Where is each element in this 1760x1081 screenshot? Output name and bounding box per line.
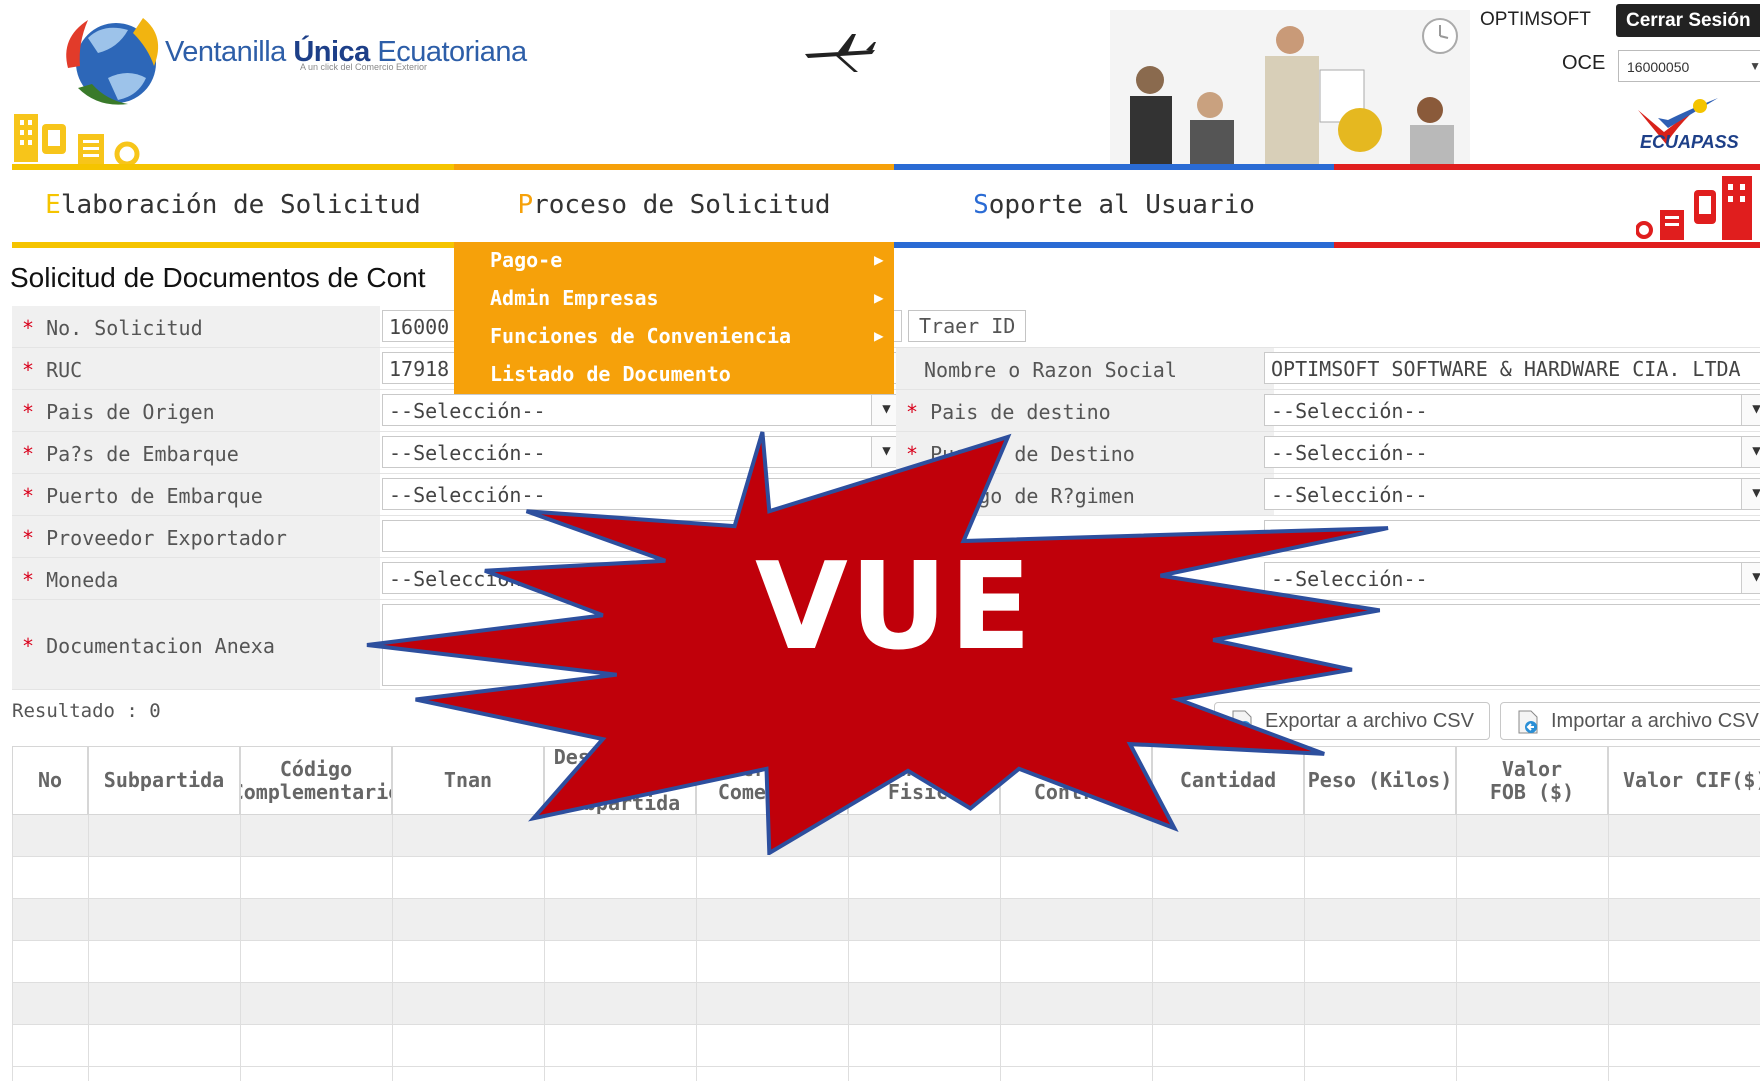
table-gridline <box>1456 815 1457 1081</box>
table-row[interactable] <box>12 899 1760 941</box>
chevron-down-icon: ▼ <box>1749 59 1760 73</box>
nav-tab-label: roceso de Solicitud <box>533 190 831 220</box>
ecuapass-text: ECUAPASS <box>1640 132 1739 152</box>
table-row[interactable] <box>12 941 1760 983</box>
globe-logo-icon <box>66 18 159 105</box>
header: Ventanilla Única Ecuatoriana A un click … <box>0 0 1760 170</box>
chevron-down-icon: ▼ <box>1741 479 1760 509</box>
pais-destino-select[interactable]: --Selección-- ▼ <box>1264 394 1760 426</box>
nav-tab-label: oporte al Usuario <box>988 190 1255 220</box>
chevron-right-icon: ▶ <box>874 250 884 269</box>
table-gridline <box>240 815 241 1081</box>
nav-tab-elaboracion[interactable]: Elaboración de Solicitud <box>12 164 454 248</box>
proceso-dropdown-menu: Pago-e ▶ Admin Empresas ▶ Funciones de C… <box>454 242 894 394</box>
oce-select[interactable]: 16000050 ▼ <box>1618 50 1760 82</box>
nav-underline <box>12 242 454 248</box>
table-row[interactable] <box>12 983 1760 1025</box>
nav-tab-soporte[interactable]: Soporte al Usuario <box>894 164 1334 248</box>
chevron-down-icon: ▼ <box>1741 563 1760 593</box>
building-icons-right <box>1636 176 1752 240</box>
razon-social-input[interactable]: OPTIMSOFT SOFTWARE & HARDWARE CIA. LTDA <box>1264 352 1760 384</box>
result-count: Resultado : 0 <box>12 700 161 722</box>
field-label: * Pais de destino <box>896 390 1274 431</box>
airplane-icon <box>805 34 876 72</box>
nav-stripe <box>1334 164 1760 170</box>
menu-item-admin-empresas[interactable]: Admin Empresas <box>490 286 659 322</box>
page-title: Solicitud de Documentos de Cont <box>10 262 426 293</box>
table-gridline <box>1608 815 1609 1081</box>
nav-tab-proceso[interactable]: Proceso de Solicitud <box>454 164 894 248</box>
brand-tagline: A un click del Comercio Exterior <box>300 62 428 72</box>
business-people-photo <box>1110 10 1470 170</box>
user-name: OPTIMSOFT <box>1480 9 1591 30</box>
field-label: * Puerto de Embarque <box>12 474 380 515</box>
traer-id-button[interactable]: Traer ID <box>908 310 1026 342</box>
building-icons <box>14 114 140 166</box>
table-row[interactable] <box>12 1025 1760 1067</box>
nav-tab-label: laboración de Solicitud <box>60 190 421 220</box>
chevron-down-icon: ▼ <box>1741 395 1760 425</box>
logout-button[interactable]: Cerrar Sesión <box>1616 4 1760 37</box>
clock-icon <box>1422 18 1458 54</box>
table-header-no[interactable]: No <box>12 746 88 815</box>
pais-origen-select[interactable]: --Selección-- ▼ <box>382 394 902 426</box>
table-gridline <box>12 815 13 1081</box>
table-gridline <box>88 815 89 1081</box>
chevron-right-icon: ▶ <box>874 326 884 345</box>
field-label: * Pa?s de Embarque <box>12 432 380 473</box>
ecuapass-logo-icon: ECUAPASS <box>1638 98 1739 152</box>
menu-item-pago-e[interactable]: Pago-e <box>490 248 562 284</box>
chevron-down-icon: ▼ <box>1741 437 1760 467</box>
import-csv-button[interactable]: Importar a archivo CSV <box>1500 702 1760 740</box>
field-label: * Proveedor Exportador <box>12 516 380 557</box>
nav-tab-initial: E <box>45 190 61 220</box>
main-nav: Elaboración de Solicitud Proceso de Soli… <box>0 164 1760 248</box>
table-header-subpartida[interactable]: Subpartida <box>88 746 240 815</box>
form-row: * Pais de Origen --Selección-- ▼ * Pais d… <box>12 390 1760 432</box>
nav-tab-initial: P <box>517 190 534 220</box>
field-label: * Documentacion Anexa <box>12 600 380 689</box>
nav-underline <box>894 242 1334 248</box>
import-file-icon <box>1518 710 1538 734</box>
menu-item-listado-documento[interactable]: Listado de Documento <box>490 362 731 398</box>
field-label: * RUC <box>12 348 380 389</box>
field-label: * Pais de Origen <box>12 390 380 431</box>
nav-tab-initial: S <box>973 190 989 220</box>
field-label: * No. Solicitud <box>12 306 380 347</box>
field-label: Nombre o Razon Social <box>896 348 1274 389</box>
chevron-right-icon: ▶ <box>874 288 884 307</box>
table-header-valor-cif[interactable]: Valor CIF($) <box>1608 746 1760 815</box>
oce-label: OCE <box>1562 52 1606 74</box>
table-row[interactable] <box>12 857 1760 899</box>
field-label: * Moneda <box>12 558 380 599</box>
table-header-valor-fob[interactable]: Valor FOB ($) <box>1456 746 1608 815</box>
menu-item-funciones-conveniencia[interactable]: Funciones de Conveniencia <box>490 324 791 360</box>
nav-underline <box>1334 242 1760 248</box>
vue-overlay-text: VUE <box>755 538 1034 677</box>
